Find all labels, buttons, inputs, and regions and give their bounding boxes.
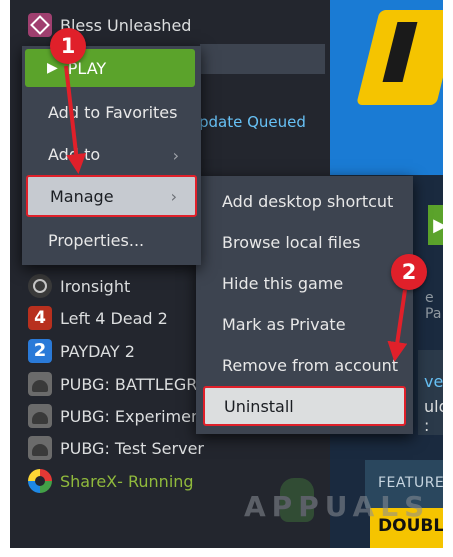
watermark-text: APPUALS — [244, 490, 431, 523]
partial-text-uld: uld : — [424, 397, 443, 435]
game-title: PAYDAY 2 — [60, 341, 135, 361]
update-status: Update Queued — [188, 113, 306, 131]
manage-submenu: Add desktop shortcut Browse local files … — [196, 176, 413, 434]
game-row-ironsight[interactable]: Ironsight — [28, 273, 130, 299]
remove-from-account-item[interactable]: Remove from account — [196, 345, 413, 385]
callout-1: 1 — [50, 28, 86, 64]
play-icon: ▶ — [47, 60, 58, 76]
menu-item-label: Remove from account — [222, 355, 399, 375]
partial-text-pa: e Pa — [425, 290, 442, 322]
menu-item-label: Uninstall — [224, 396, 294, 416]
menu-item-label: Add to — [48, 144, 101, 164]
mark-as-private-item[interactable]: Mark as Private — [196, 304, 413, 344]
game-context-menu: ▶ PLAY Add to Favorites Add to › Manage … — [22, 46, 201, 265]
callout-number: 2 — [401, 260, 417, 284]
game-row-sharex[interactable]: ShareX - Running — [28, 468, 194, 494]
game-title: Left 4 Dead 2 — [60, 308, 168, 328]
game-row-pubg-test[interactable]: PUBG: Test Server — [28, 435, 204, 461]
game-title: Ironsight — [60, 276, 131, 296]
pubg-experimental-icon — [28, 404, 52, 428]
game-row-left4dead2[interactable]: 4 Left 4 Dead 2 — [28, 305, 168, 331]
steam-window: ▶ e Pa ve uld : FEATURED DOUBL Bless Unl… — [10, 0, 443, 548]
properties-item[interactable]: Properties... — [22, 220, 201, 260]
menu-item-label: Manage — [50, 186, 114, 206]
bless-icon — [28, 13, 52, 37]
game-title: ShareX — [60, 471, 118, 491]
menu-item-label: Mark as Private — [222, 314, 346, 334]
appuals-watermark: APPUALS — [244, 472, 434, 532]
chevron-right-icon: › — [170, 187, 177, 206]
uninstall-item[interactable]: Uninstall — [203, 386, 406, 426]
add-to-item[interactable]: Add to › — [22, 134, 201, 174]
game-row-bless[interactable]: Bless Unleashed — [28, 12, 191, 38]
callout-2: 2 — [391, 254, 427, 290]
add-to-favorites-item[interactable]: Add to Favorites — [22, 92, 201, 132]
menu-item-label: Properties... — [48, 230, 145, 250]
game-title: PUBG: Test Server — [60, 438, 204, 458]
manage-item[interactable]: Manage › — [26, 175, 197, 217]
partial-text-ve: ve — [424, 372, 443, 391]
play-button[interactable]: ▶ PLAY — [25, 49, 195, 87]
left-4-dead-icon: 4 — [28, 306, 52, 330]
selected-row-highlight — [200, 44, 325, 74]
pubg-icon — [28, 372, 52, 396]
game-hero-art — [330, 0, 443, 175]
callout-number: 1 — [60, 34, 76, 58]
menu-item-label: Hide this game — [222, 273, 344, 293]
sharex-icon — [28, 469, 52, 493]
menu-item-label: Add desktop shortcut — [222, 191, 394, 211]
browse-local-files-item[interactable]: Browse local files — [196, 222, 413, 262]
menu-item-label: Add to Favorites — [48, 102, 178, 122]
ironsight-icon — [28, 274, 52, 298]
hide-this-game-item[interactable]: Hide this game — [196, 263, 413, 303]
payday-icon: 2 — [28, 339, 52, 363]
pubg-test-icon — [28, 436, 52, 460]
chevron-right-icon: › — [172, 146, 179, 165]
play-button-partial[interactable]: ▶ — [428, 205, 443, 245]
menu-item-label: Browse local files — [222, 232, 361, 252]
running-status: - Running — [117, 471, 194, 491]
add-desktop-shortcut-item[interactable]: Add desktop shortcut — [196, 181, 413, 221]
game-row-payday2[interactable]: 2 PAYDAY 2 — [28, 338, 135, 364]
